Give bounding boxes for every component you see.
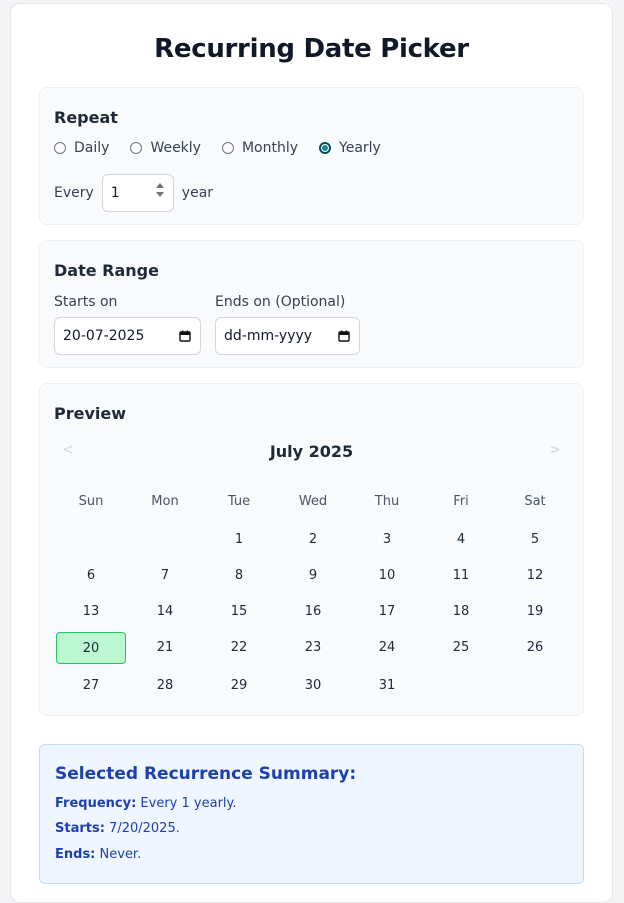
stepper-up-icon[interactable] [155,183,164,188]
calendar-day[interactable]: 15 [204,596,274,628]
end-date-label: Ends on (Optional) [215,294,346,310]
radio-weekly[interactable]: Weekly [130,140,201,156]
calendar-day[interactable]: 19 [500,596,570,628]
calendar-day[interactable]: 27 [56,670,126,702]
summary-ends-label: Ends: [55,847,96,862]
calendar-day[interactable]: 4 [426,524,496,556]
radio-weekly-label: Weekly [150,140,201,156]
repeat-section: Repeat Daily Weekly Monthly Yearly Every [39,87,584,225]
radio-yearly-label: Yearly [339,140,381,156]
calendar-day[interactable]: 31 [352,670,422,702]
recurrence-summary: Selected Recurrence Summary: Frequency: … [39,744,584,884]
calendar-day[interactable]: 11 [426,560,496,592]
summary-title: Selected Recurrence Summary: [55,764,357,784]
start-date-label: Starts on [54,294,118,310]
calendar-day[interactable]: 5 [500,524,570,556]
repeat-heading: Repeat [54,108,118,127]
interval-number-input[interactable]: 1 [101,174,174,212]
radio-daily-label: Daily [74,140,110,156]
calendar-day[interactable]: 6 [56,560,126,592]
interval-value: 1 [110,185,120,201]
summary-starts-value: 7/20/2025. [104,821,180,836]
stepper-down-icon[interactable] [155,192,164,197]
radio-monthly-label: Monthly [241,140,299,156]
date-picker-card: Recurring Date Picker Repeat Daily Weekl… [10,3,613,903]
calendar-day[interactable]: 8 [204,560,274,592]
weekday-label: Wed [298,494,328,509]
calendar-day[interactable]: 30 [278,670,348,702]
weekday-label: Thu [374,494,400,509]
weekday-label: Sat [524,494,546,509]
end-date-placeholder: dd-mm-yyyy [224,328,313,344]
summary-ends: Ends: Never. [55,847,141,862]
radio-daily[interactable]: Daily [54,140,109,156]
calendar-day[interactable]: 13 [56,596,126,628]
weekday-label: Tue [227,494,251,509]
weekday-label: Sun [78,494,104,509]
calendar-day[interactable]: 29 [204,670,274,702]
end-date-input[interactable]: dd-mm-yyyy [215,317,360,355]
calendar-day[interactable]: 7 [130,560,200,592]
radio-daily-circle[interactable] [54,142,66,154]
calendar-day[interactable]: 10 [352,560,422,592]
preview-section: Preview < July 2025 > Sun Mon Tue Wed Thu Fri… [39,383,584,716]
calendar-day[interactable]: 2 [278,524,348,556]
calendar-day-selected[interactable]: 20 [56,632,126,664]
calendar-day[interactable]: 24 [352,632,422,664]
calendar-day[interactable]: 28 [130,670,200,702]
date-range-section: Date Range Starts on 20-07-2025 Ends on … [39,240,584,368]
month-title: July 2025 [269,442,354,461]
interval-unit-label: year [181,185,214,201]
summary-starts: Starts: 7/20/2025. [55,821,180,836]
every-label: Every [54,185,94,201]
radio-monthly-circle[interactable] [221,142,234,154]
radio-monthly[interactable]: Monthly [221,140,299,156]
calendar-day[interactable]: 9 [278,560,348,592]
calendar-day[interactable]: 23 [278,632,348,664]
calendar-day[interactable]: 17 [352,596,422,628]
summary-frequency: Frequency: Every 1 yearly. [55,796,237,811]
summary-frequency-value: Every 1 yearly. [136,796,237,811]
radio-weekly-circle[interactable] [130,142,143,154]
calendar-day[interactable]: 22 [204,632,274,664]
preview-heading: Preview [54,404,127,423]
radio-yearly-circle[interactable] [319,142,332,154]
page-title: Recurring Date Picker [154,34,469,64]
interval-row: Every 1 year [54,174,213,212]
radio-yearly[interactable]: Yearly [319,140,381,156]
calendar-day[interactable]: 3 [352,524,422,556]
calendar-day[interactable]: 21 [130,632,200,664]
calendar-day[interactable]: 26 [500,632,570,664]
next-month-icon[interactable]: > [549,442,561,458]
calendar-icon[interactable] [179,330,191,342]
start-date-value: 20-07-2025 [63,328,145,344]
calendar-day[interactable]: 16 [278,596,348,628]
interval-stepper[interactable] [155,183,165,203]
calendar-day[interactable]: 14 [130,596,200,628]
summary-starts-label: Starts: [55,821,105,836]
weekday-label: Mon [151,494,179,509]
frequency-radio-group: Daily Weekly Monthly Yearly [54,140,402,156]
calendar-icon[interactable] [338,330,350,342]
calendar-day[interactable]: 18 [426,596,496,628]
weekday-label: Fri [453,494,469,509]
calendar-day[interactable]: 12 [500,560,570,592]
calendar-day[interactable]: 1 [204,524,274,556]
summary-frequency-label: Frequency: [55,796,137,811]
weekday-header: Sun Mon Tue Wed Thu Fri Sat [54,494,572,509]
start-date-input[interactable]: 20-07-2025 [54,317,201,355]
summary-ends-value: Never. [95,847,142,862]
date-range-heading: Date Range [54,261,159,280]
calendar-day[interactable]: 25 [426,632,496,664]
